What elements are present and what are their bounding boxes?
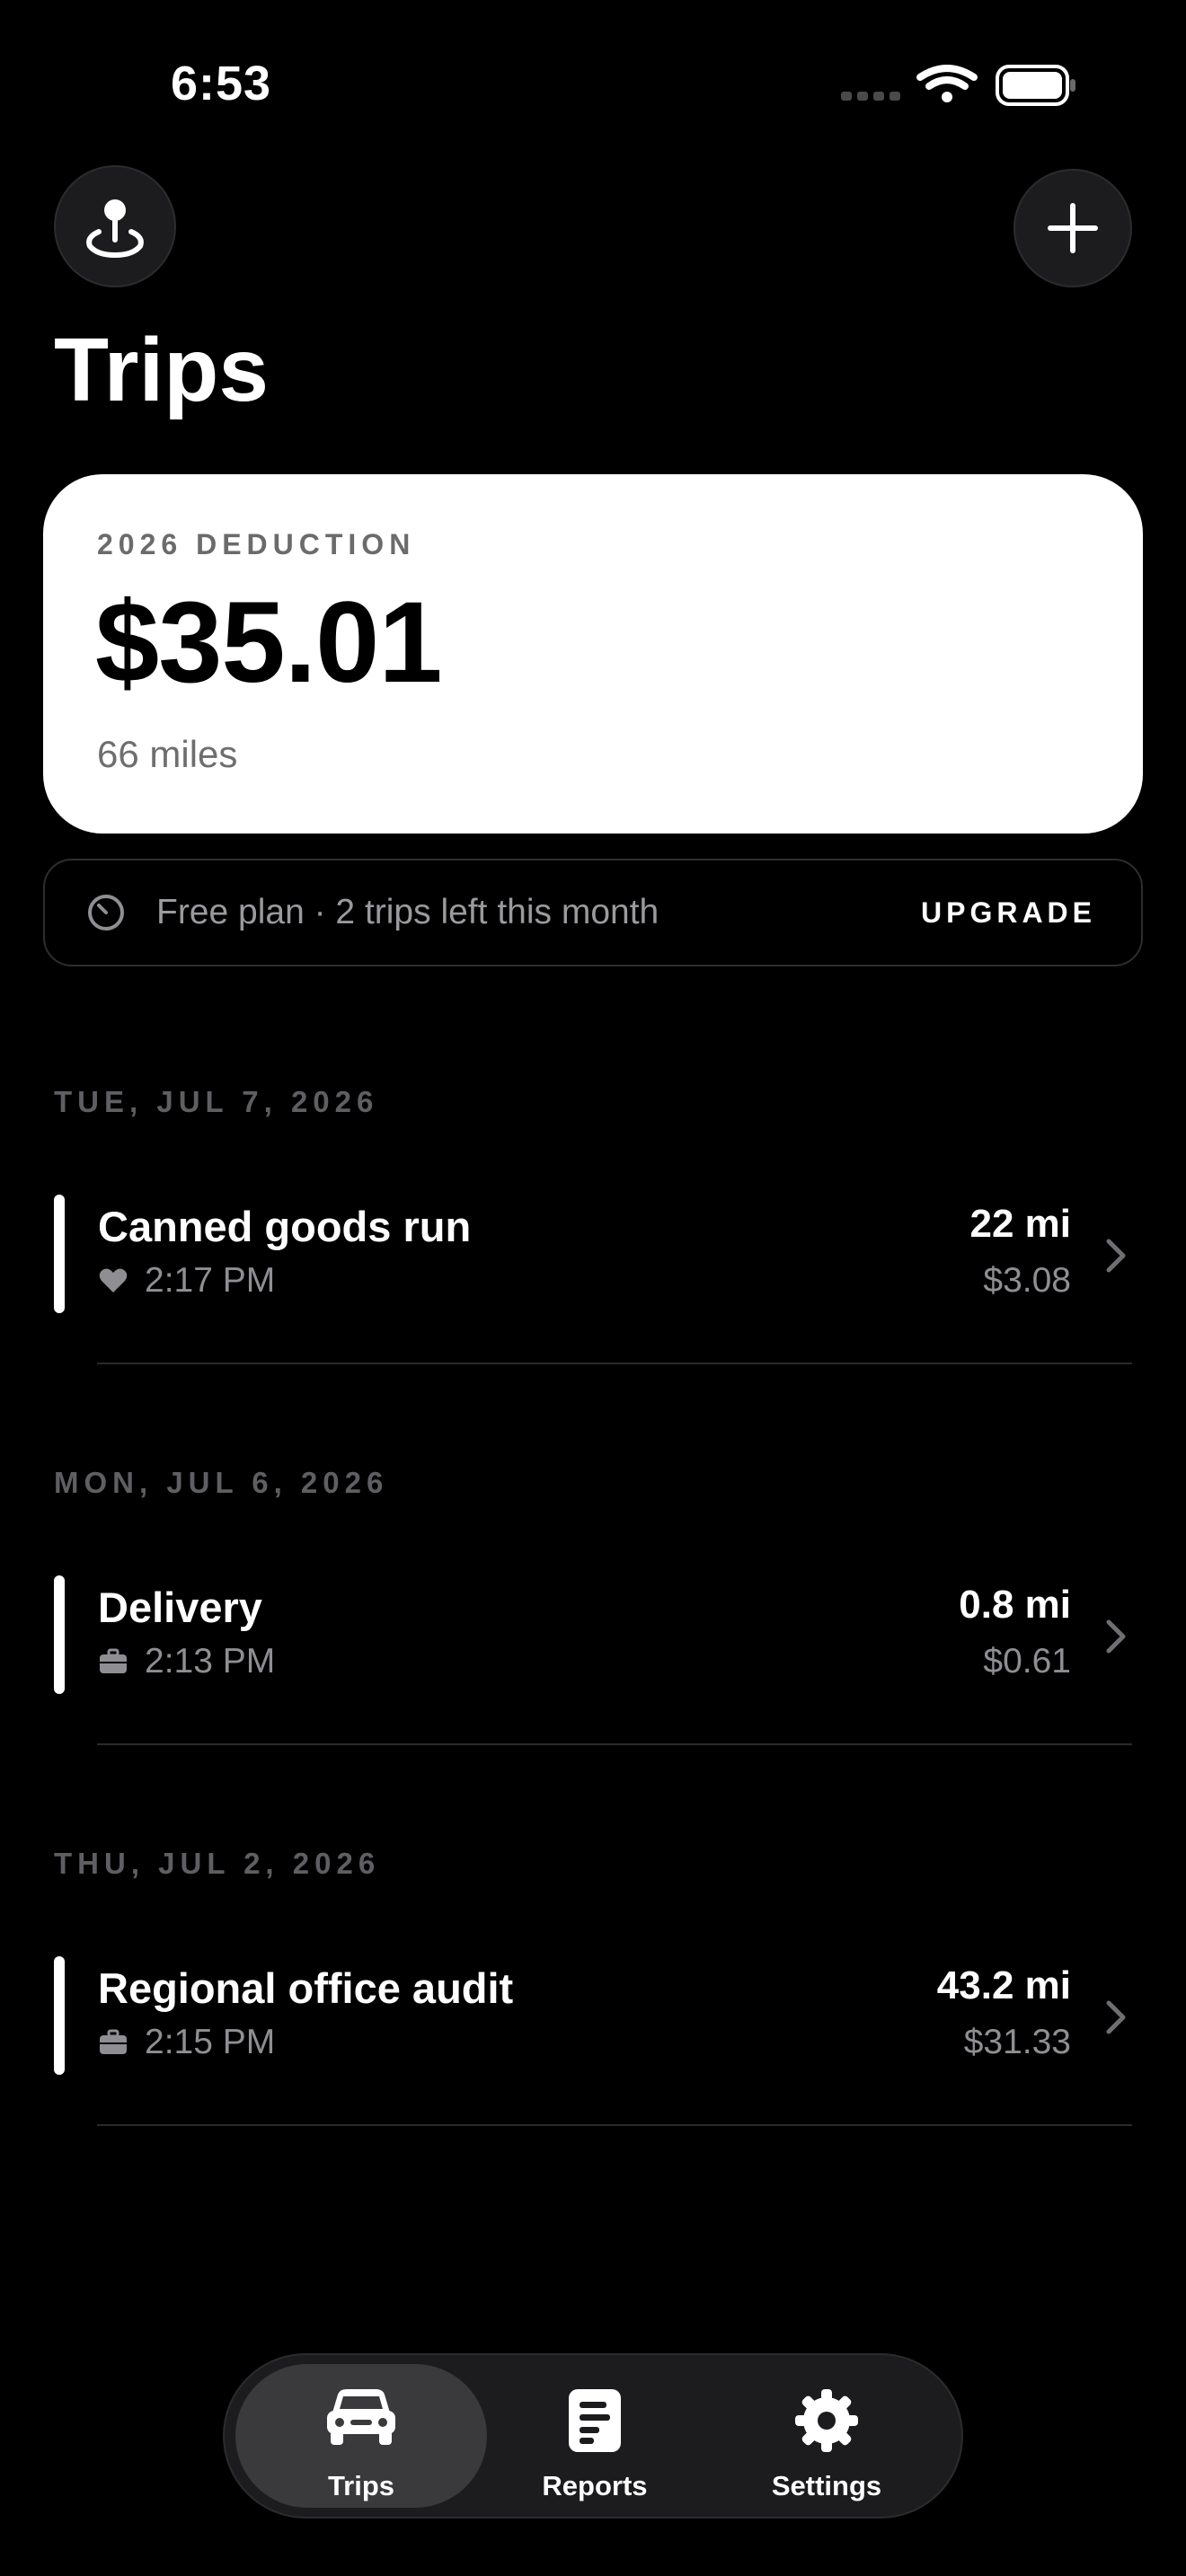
tab-label: Settings [771,2470,882,2501]
heart-icon [99,1268,128,1292]
deduction-amount: $35.01 [95,578,442,707]
trip-title: Canned goods run [98,1203,472,1250]
car-icon [327,2389,395,2445]
trip-indicator-bar [54,1956,65,2075]
date-header: MON, JUL 6, 2026 [54,1466,389,1499]
trip-time: 2:15 PM [145,2023,276,2061]
trip-row[interactable]: Regional office audit 2:15 PM 43.2 mi $3… [54,1956,1132,2091]
trip-deduction: $0.61 [983,1642,1071,1681]
date-header: THU, JUL 2, 2026 [54,1847,381,1880]
trip-miles: 0.8 mi [959,1583,1071,1627]
chevron-right-icon [1106,1239,1126,1273]
free-plan-banner[interactable]: Free plan · 2 trips left this month UPGR… [43,859,1143,966]
trip-miles: 22 mi [969,1202,1071,1246]
gear-icon [795,2389,858,2452]
chevron-right-icon [1106,1619,1126,1654]
tab-settings[interactable]: Settings [701,2364,952,2508]
row-divider [97,1743,1132,1745]
add-trip-button[interactable] [1013,169,1132,287]
tab-bar: Trips Reports Settings [223,2353,963,2519]
trip-meta: 2:13 PM [98,1642,275,1681]
tab-trips[interactable]: Trips [235,2364,487,2508]
wifi-icon [916,65,978,102]
trip-meta: 2:15 PM [98,2023,275,2062]
trip-deduction: $3.08 [983,1261,1071,1300]
total-miles: 66 miles [97,733,238,775]
cellular-signal-icon [841,92,900,101]
trip-time: 2:13 PM [145,1642,276,1681]
tab-label: Trips [327,2470,395,2501]
trip-deduction: $31.33 [963,2023,1071,2061]
location-button[interactable] [54,165,176,287]
trip-indicator-bar [54,1195,65,1313]
battery-icon [996,65,1075,106]
date-header: TUE, JUL 7, 2026 [54,1085,379,1118]
trip-indicator-bar [54,1575,65,1694]
trip-row[interactable]: Canned goods run 2:17 PM 22 mi $3.08 [54,1195,1132,1329]
chevron-right-icon [1106,2000,1126,2034]
trip-time: 2:17 PM [145,1261,276,1300]
trip-miles: 43.2 mi [936,1963,1071,2007]
trip-title: Delivery [98,1584,262,1631]
plus-icon [1048,203,1098,253]
page-title: Trips [54,320,269,420]
trip-meta: 2:17 PM [98,1261,275,1301]
tab-label: Reports [542,2470,648,2501]
row-divider [97,2124,1132,2126]
location-pin-icon [86,199,144,259]
upgrade-button[interactable]: UPGRADE [921,896,1096,930]
row-divider [97,1363,1132,1364]
clock-icon [88,895,124,931]
deduction-card[interactable]: 2026 DEDUCTION $35.01 66 miles [43,474,1143,834]
tab-reports[interactable]: Reports [469,2364,721,2508]
briefcase-icon [100,2029,127,2054]
briefcase-icon [100,1648,127,1673]
trip-title: Regional office audit [98,1964,514,2012]
plan-status-text: Free plan · 2 trips left this month [156,893,659,931]
status-icons [841,65,1075,106]
document-icon [569,2389,621,2452]
trip-row[interactable]: Delivery 2:13 PM 0.8 mi $0.61 [54,1575,1132,1710]
status-time: 6:53 [171,57,272,110]
deduction-label: 2026 DEDUCTION [97,528,416,560]
